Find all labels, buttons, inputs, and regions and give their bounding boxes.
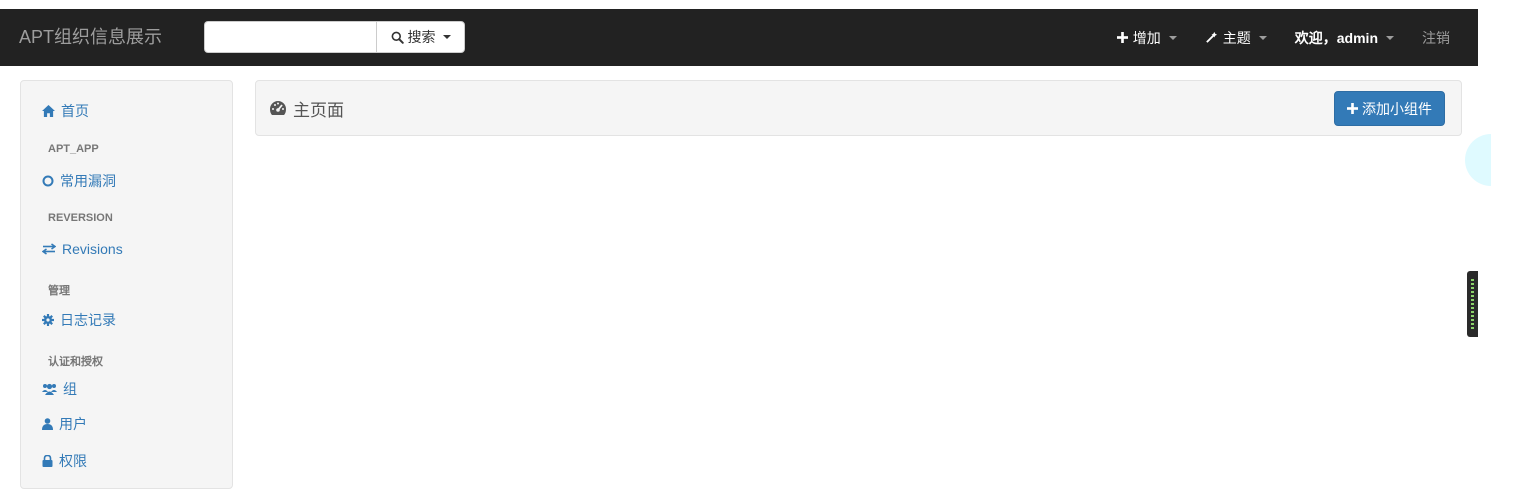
- nav-welcome-label: 欢迎，admin: [1294, 29, 1378, 46]
- page-title-text: 主页面: [293, 100, 344, 120]
- chevron-down-icon: [1258, 35, 1267, 40]
- page-title: 主页面: [269, 81, 344, 135]
- add-widget-button[interactable]: 添加小组件: [1334, 91, 1445, 126]
- nav-add-label: 增加: [1132, 29, 1161, 46]
- sidebar-item-label: 常用漏洞: [60, 173, 116, 189]
- sidebar-section-header: 认证和授权: [48, 356, 103, 368]
- sidebar-item-logs[interactable]: 日志记录: [42, 309, 116, 331]
- chevron-down-icon: [1386, 35, 1394, 40]
- brand-title[interactable]: APT组织信息展示: [19, 9, 162, 66]
- chevron-down-icon: [442, 35, 451, 39]
- sidebar-item-label: 用户: [59, 416, 87, 432]
- floating-volume-widget[interactable]: [1467, 271, 1478, 337]
- sidebar-item-label: 组: [63, 381, 77, 397]
- lock-icon: [42, 455, 53, 467]
- home-icon: [42, 105, 55, 117]
- search-icon: [391, 31, 404, 44]
- nav-logout-label: 注销: [1422, 29, 1450, 46]
- navbar-right: 增加 主题 欢迎，admin 注销: [1103, 9, 1478, 66]
- nav-logout-link[interactable]: 注销: [1408, 9, 1478, 66]
- sidebar-item-revisions[interactable]: Revisions: [42, 238, 123, 260]
- sidebar-section-header: REVERSION: [48, 212, 113, 224]
- dashboard-icon: [270, 101, 286, 115]
- add-widget-label: 添加小组件: [1362, 100, 1432, 117]
- sidebar-item-label: 首页: [61, 103, 89, 119]
- top-navbar: APT组织信息展示 搜索 增加 主题 欢迎，admin 注销: [0, 9, 1478, 66]
- nav-theme-label: 主题: [1222, 29, 1251, 46]
- main-header-panel: 主页面 添加小组件: [255, 80, 1462, 136]
- search-button-label: 搜索: [407, 29, 436, 45]
- sidebar-item-label: 日志记录: [60, 312, 116, 328]
- sidebar-item-label: Revisions: [62, 241, 123, 257]
- sidebar-item-users[interactable]: 用户: [42, 413, 87, 435]
- sidebar-item-label: 权限: [59, 453, 87, 469]
- gear-icon: [42, 314, 54, 326]
- circle-o-icon: [42, 175, 54, 187]
- plus-icon: [1116, 32, 1128, 43]
- nav-user-menu[interactable]: 欢迎，admin: [1281, 9, 1408, 66]
- users-icon: [42, 383, 57, 395]
- search-button[interactable]: 搜索: [376, 21, 465, 53]
- nav-theme-menu[interactable]: 主题: [1191, 9, 1281, 66]
- sidebar-item-vulnerabilities[interactable]: 常用漏洞: [42, 170, 116, 192]
- magic-wand-icon: [1205, 31, 1217, 43]
- sidebar-item-home[interactable]: 首页: [42, 100, 89, 122]
- exchange-icon: [42, 243, 56, 255]
- sidebar-item-permissions[interactable]: 权限: [42, 450, 87, 472]
- sidebar-section-header: 管理: [48, 285, 70, 297]
- floating-assistant-bubble[interactable]: [1465, 134, 1491, 186]
- chevron-down-icon: [1168, 35, 1177, 40]
- sidebar: 首页 APT_APP 常用漏洞 REVERSION Revisions 管理 日…: [20, 80, 233, 489]
- volume-meter-icon: [1471, 279, 1474, 329]
- search-input[interactable]: [204, 21, 376, 53]
- plus-icon: [1347, 103, 1358, 114]
- nav-add-menu[interactable]: 增加: [1103, 9, 1191, 66]
- sidebar-section-header: APT_APP: [48, 143, 99, 155]
- sidebar-item-groups[interactable]: 组: [42, 378, 77, 400]
- user-icon: [42, 418, 53, 430]
